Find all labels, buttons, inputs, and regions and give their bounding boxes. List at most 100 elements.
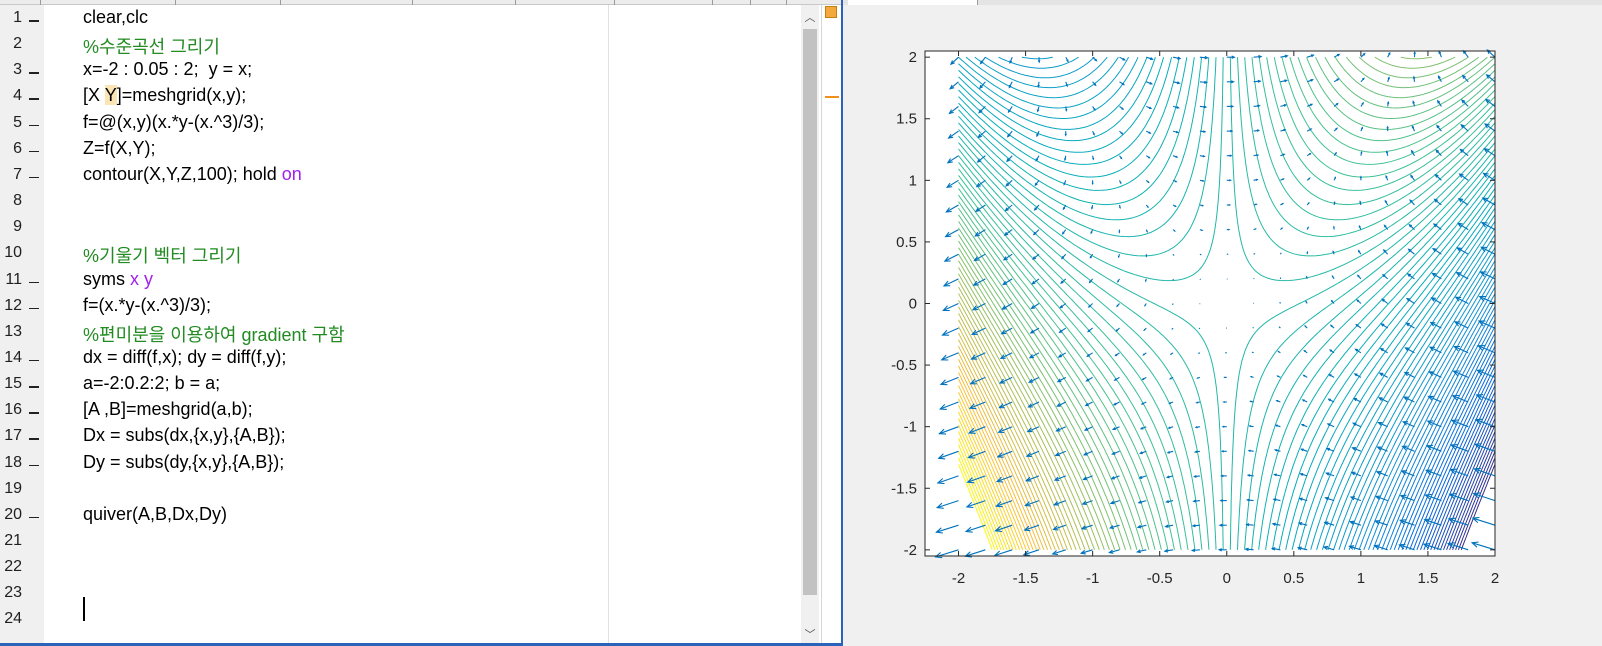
code-line[interactable]: 12 f=(x.*y-(x.^3)/3); [0, 293, 800, 319]
breakpoint-dash-icon[interactable] [29, 412, 39, 414]
code-text[interactable]: Z=f(X,Y); [83, 138, 156, 159]
code-line[interactable]: 24 [0, 606, 800, 632]
code-token: ]=meshgrid(x,y); [116, 85, 247, 106]
line-number: 24 [4, 610, 22, 628]
breakpoint-dash-icon[interactable] [29, 464, 39, 467]
code-text[interactable]: contour(X,Y,Z,100); hold on [83, 164, 302, 185]
line-number: 16 [4, 401, 22, 419]
quiver-arrow [1221, 425, 1227, 428]
breakpoint-dash-icon[interactable] [29, 386, 39, 388]
code-token: a=-2:0.2:2; b = a; [83, 373, 221, 394]
code-text[interactable]: x=-2 : 0.05 : 2; y = x; [83, 59, 252, 80]
code-text[interactable]: quiver(A,B,Dx,Dy) [83, 504, 227, 525]
breakpoint-dash-icon[interactable] [29, 150, 39, 153]
code-line[interactable]: 10 %기울기 벡터 그리기 [0, 240, 800, 266]
scroll-up-arrow-icon[interactable]: ︿ [801, 11, 819, 25]
vertical-scrollbar[interactable]: ︿ ﹀ [801, 5, 819, 646]
code-text[interactable]: f=(x.*y-(x.^3)/3); [83, 295, 211, 316]
code-text[interactable]: %편미분을 이용하여 gradient 구함 [83, 321, 345, 347]
y-tick-label: 2 [909, 49, 917, 66]
contour-quiver-plot[interactable]: -2 -1.5 -1 -0.5 0 0.5 1 1.5 2 2 1.5 1 0.5 0 -0.5 -1 -1.… [843, 0, 1602, 646]
code-text[interactable]: syms x y [83, 269, 153, 290]
scroll-down-arrow-icon[interactable]: ﹀ [801, 628, 819, 642]
code-line[interactable]: 9 [0, 214, 800, 240]
y-tick-label: 1.5 [896, 111, 917, 128]
code-line[interactable]: 7 contour(X,Y,Z,100); hold on [0, 162, 800, 188]
code-analyzer-warning-marker[interactable] [825, 96, 839, 98]
quiver-arrow [1199, 229, 1204, 231]
code-line[interactable]: 6 Z=f(X,Y); [0, 136, 800, 162]
code-line[interactable]: 18 Dy = subs(dy,{x,y},{A,B}); [0, 450, 800, 476]
breakpoint-dash-icon[interactable] [29, 124, 39, 127]
code-text[interactable]: f=@(x,y)(x.*y-(x.^3)/3); [83, 112, 264, 133]
quiver-arrow [1220, 450, 1227, 453]
code-text[interactable]: Dy = subs(dy,{x,y},{A,B}); [83, 452, 284, 473]
breakpoint-dash-icon[interactable] [29, 359, 39, 362]
code-line[interactable]: 14 dx = diff(f,x); dy = diff(f,y); [0, 345, 800, 371]
quiver-arrow [1172, 253, 1175, 256]
code-line[interactable]: 21 [0, 528, 800, 554]
line-number: 8 [13, 192, 22, 210]
code-line[interactable]: 16 [A ,B]=meshgrid(a,b); [0, 397, 800, 423]
breakpoint-dash-icon[interactable] [29, 20, 39, 22]
code-text[interactable]: [X Y]=meshgrid(x,y); [83, 85, 246, 106]
y-tick-label: -2 [904, 542, 917, 559]
quiver-arrow [1226, 179, 1232, 182]
line-number: 21 [4, 532, 22, 549]
breakpoint-dash-icon[interactable] [29, 307, 39, 310]
quiver-arrow [1306, 250, 1309, 255]
quiver-arrow [1145, 278, 1147, 283]
code-line[interactable]: 2 %수준곡선 그리기 [0, 31, 800, 57]
code-line[interactable]: 22 [0, 554, 800, 580]
breakpoint-dash-icon[interactable] [29, 176, 39, 179]
code-token: f=@(x,y)(x.*y-(x.^3)/3); [83, 111, 265, 132]
code-token: quiver(A,B,Dx,Dy) [83, 503, 228, 524]
code-line[interactable]: 3 x=-2 : 0.05 : 2; y = x; [0, 57, 800, 83]
code-analyzer-warning-icon[interactable] [825, 6, 837, 18]
code-text[interactable]: dx = diff(f,x); dy = diff(f,y); [83, 347, 286, 368]
breakpoint-dash-icon[interactable] [29, 98, 39, 100]
quiver-arrow [1359, 175, 1362, 181]
code-line[interactable]: 15 a=-2:0.2:2; b = a; [0, 371, 800, 397]
quiver-arrow [1223, 376, 1227, 379]
code-line[interactable]: 13 %편미분을 이용하여 gradient 구함 [0, 319, 800, 345]
code-line[interactable]: 23 [0, 580, 800, 606]
line-number: 19 [4, 479, 22, 497]
code-text[interactable]: [A ,B]=meshgrid(a,b); [83, 399, 253, 420]
code-text[interactable]: Dx = subs(dx,{x,y},{A,B}); [83, 425, 286, 446]
code-text[interactable]: %수준곡선 그리기 [83, 33, 220, 59]
code-text[interactable]: %기울기 벡터 그리기 [83, 242, 242, 268]
code-line[interactable]: 20 quiver(A,B,Dx,Dy) [0, 502, 800, 528]
quiver-arrow [1118, 229, 1121, 234]
breakpoint-dash-icon[interactable] [29, 516, 39, 519]
code-keyword: x y [130, 268, 154, 289]
code-token: dx = diff(f,x); dy = diff(f,y); [83, 346, 287, 367]
quiver-arrow [1305, 275, 1308, 280]
breakpoint-dash-icon[interactable] [29, 438, 39, 440]
code-line[interactable]: 4 [X Y]=meshgrid(x,y); [0, 83, 800, 109]
scroll-thumb[interactable] [803, 29, 817, 595]
quiver-arrow [1198, 352, 1201, 355]
code-token: x=-2 : 0.05 : 2; y = x; [83, 59, 253, 80]
x-tick-label: -1.5 [1013, 570, 1039, 587]
code-editor[interactable]: 1 clear,clc 2 %수준곡선 그리기 3 x=-2 : 0.05 : 2; y … [0, 0, 843, 646]
quiver-arrow [1064, 131, 1067, 137]
breakpoint-dash-icon[interactable] [29, 281, 39, 283]
code-text[interactable]: clear,clc [83, 7, 148, 28]
line-number: 15 [4, 375, 22, 393]
code-line[interactable]: 17 Dx = subs(dx,{x,y},{A,B}); [0, 423, 800, 449]
line-number: 7 [13, 165, 22, 183]
code-token: clear,clc [83, 7, 149, 27]
code-line[interactable]: 8 [0, 188, 800, 214]
breakpoint-dash-icon[interactable] [29, 72, 39, 74]
code-line[interactable]: 5 f=@(x,y)(x.*y-(x.^3)/3); [0, 110, 800, 136]
code-line[interactable]: 11 syms x y [0, 267, 800, 293]
code-line[interactable]: 1 clear,clc [0, 5, 800, 31]
code-token: Dx = subs(dx,{x,y},{A,B}); [83, 425, 286, 446]
code-text[interactable]: a=-2:0.2:2; b = a; [83, 373, 220, 394]
code-line[interactable]: 19 [0, 476, 800, 502]
line-number: 10 [4, 244, 22, 262]
quiver-arrow [1226, 154, 1233, 157]
x-tick-label: 0 [1223, 570, 1231, 587]
code-analyzer-strip[interactable] [821, 5, 841, 646]
